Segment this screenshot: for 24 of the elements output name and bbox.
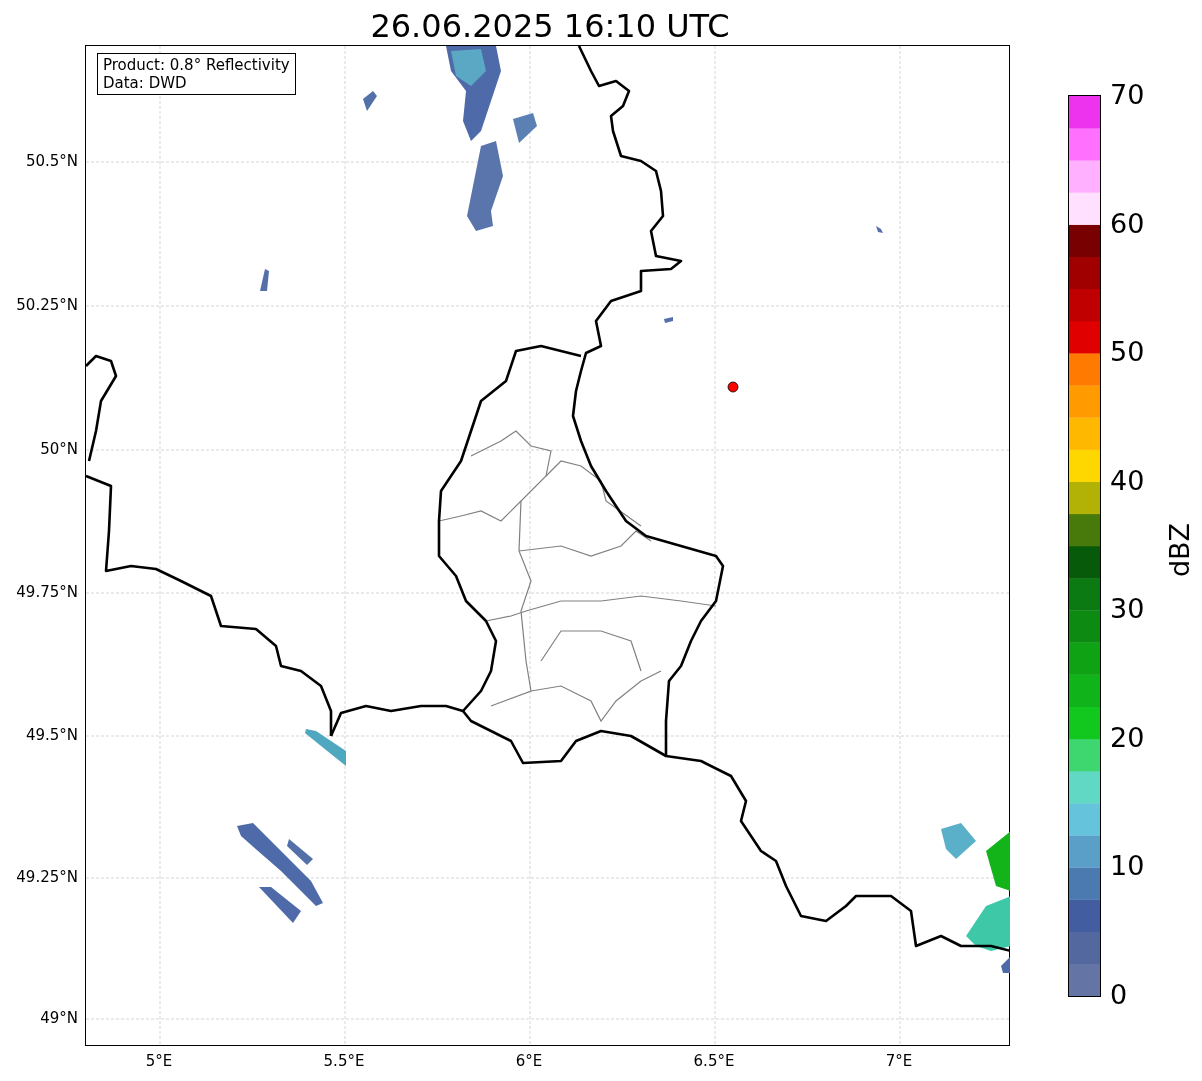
latitude-label: 49.5°N <box>24 726 78 744</box>
longitude-label: 5.5°E <box>322 1052 366 1070</box>
longitude-label: 6.5°E <box>692 1052 736 1070</box>
colorbar-tick-label: 40 <box>1110 465 1145 496</box>
colorbar-tick-label: 30 <box>1110 594 1145 625</box>
latitude-label: 50.25°N <box>15 296 78 314</box>
info-text: Product: 0.8° Reflectivity <box>103 56 290 74</box>
longitude-label: 7°E <box>884 1052 914 1070</box>
info-text: Data: DWD <box>103 74 188 92</box>
colorbar-tick-label: 10 <box>1110 851 1145 882</box>
latitude-label: 49°N <box>39 1009 78 1027</box>
colorbar-tick-label: 0 <box>1110 980 1128 1010</box>
longitude-label: 6°E <box>514 1052 544 1070</box>
chart-title: 26.06.2025 16:10 UTC <box>369 6 731 46</box>
colorbar-tick-label: 50 <box>1110 337 1145 368</box>
longitude-label: 5°E <box>144 1052 174 1070</box>
colorbar-tick-label: 70 <box>1110 80 1145 110</box>
colorbar-tick-label: 60 <box>1110 208 1145 239</box>
latitude-label: 49.25°N <box>15 868 78 886</box>
latitude-label: 50°N <box>39 440 78 458</box>
colorbar-tick-label: 20 <box>1110 722 1145 753</box>
latitude-label: 49.75°N <box>15 583 78 601</box>
latitude-label: 50.5°N <box>24 152 78 170</box>
colorbar-label: dBZ <box>1165 522 1195 578</box>
